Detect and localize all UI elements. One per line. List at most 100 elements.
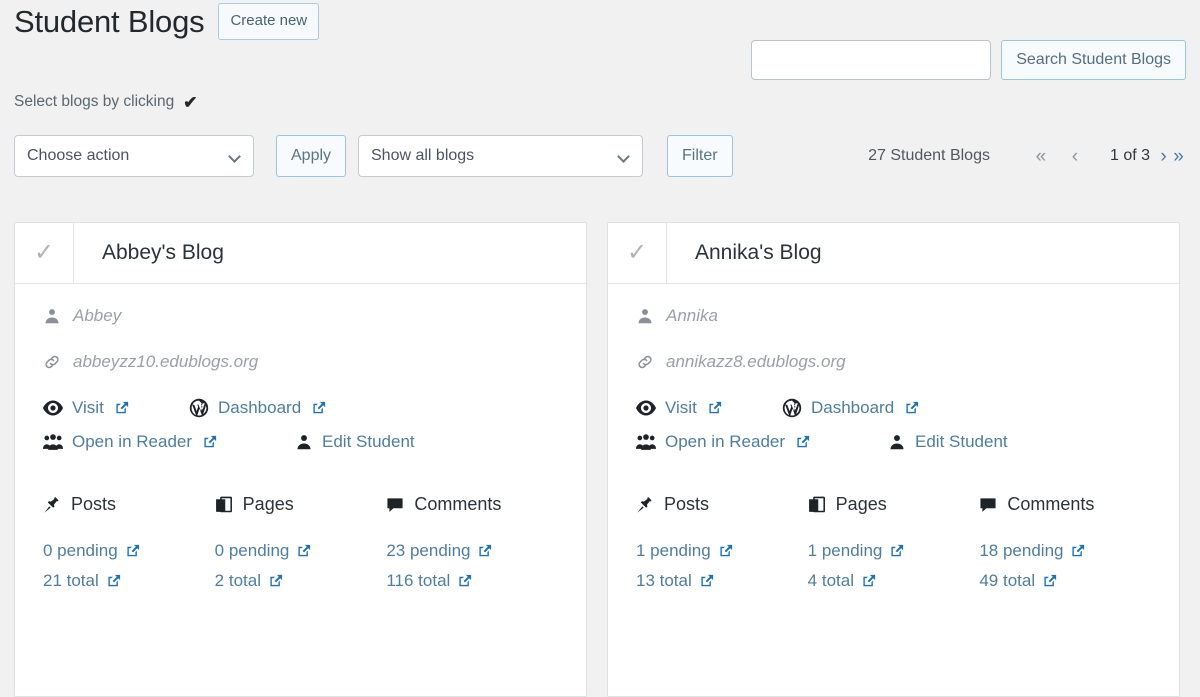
external-link-icon <box>890 544 904 558</box>
blog-card-header: ✓ Annika's Blog <box>608 223 1179 284</box>
page-title: Student Blogs <box>14 4 205 39</box>
pages-icon <box>215 496 233 514</box>
external-link-icon <box>107 574 121 588</box>
blog-url: abbeyzz10.edublogs.org <box>73 352 259 371</box>
edit-student-link[interactable]: Edit Student <box>888 432 1008 452</box>
dashboard-link-label: Dashboard <box>811 398 895 417</box>
stat-pending-link[interactable]: 1 pending <box>636 541 808 561</box>
stat-pending-label: 1 pending <box>636 541 711 560</box>
external-link-icon <box>719 544 733 558</box>
dashboard-link-label: Dashboard <box>218 398 302 417</box>
search-input[interactable] <box>751 40 992 80</box>
student-blogs-page: Student Blogs Create new Search Student … <box>0 0 1200 697</box>
check-icon: ✔ <box>183 92 198 112</box>
stat-header: Comments <box>386 494 558 515</box>
blog-card-body: Abbey abbeyzz10.edublogs.org Visit Dashb… <box>15 284 586 696</box>
stat-total-link[interactable]: 116 total <box>386 571 558 591</box>
last-page-button[interactable]: » <box>1171 147 1186 166</box>
stat-label: Pages <box>835 494 887 514</box>
blog-card: ✓ Abbey's Blog Abbey abbeyzz10.edublogs.… <box>14 222 587 697</box>
visit-link-label: Visit <box>72 398 104 417</box>
dashboard-link[interactable]: Dashboard <box>189 398 369 418</box>
search-group: Search Student Blogs <box>751 40 1186 80</box>
apply-button[interactable]: Apply <box>276 135 347 177</box>
create-new-button[interactable]: Create new <box>218 2 320 40</box>
external-link-icon <box>297 544 311 558</box>
show-blogs-value: Show all blogs <box>371 147 475 164</box>
external-link-icon <box>796 435 810 449</box>
blogs-count-label: 27 Student Blogs <box>868 147 990 164</box>
open-in-reader-link[interactable]: Open in Reader <box>43 432 295 452</box>
stat-total-label: 21 total <box>43 571 99 590</box>
external-link-icon <box>312 401 326 415</box>
stat-column-comments: Comments 23 pending 116 total <box>386 494 558 601</box>
stat-header: Posts <box>43 494 215 515</box>
stat-pending-label: 18 pending <box>979 541 1064 560</box>
stat-total-label: 49 total <box>979 571 1036 590</box>
external-link-icon <box>458 574 472 588</box>
stat-column-posts: Posts 0 pending 21 total <box>43 494 215 601</box>
filter-button[interactable]: Filter <box>667 135 733 177</box>
dashboard-link[interactable]: Dashboard <box>782 398 962 418</box>
stat-total-link[interactable]: 2 total <box>215 571 387 591</box>
stat-total-link[interactable]: 13 total <box>636 571 808 591</box>
select-blog-checkbox[interactable]: ✓ <box>15 223 74 283</box>
stat-pending-link[interactable]: 18 pending <box>979 541 1151 561</box>
blog-links-row-1: Visit Dashboard <box>43 398 558 418</box>
stat-label: Posts <box>71 494 117 514</box>
blog-url-row: annikazz8.edublogs.org <box>636 352 1151 372</box>
search-student-blogs-button[interactable]: Search Student Blogs <box>1001 40 1186 80</box>
user-icon <box>295 433 313 451</box>
external-link-icon <box>700 574 714 588</box>
stat-header: Pages <box>215 494 387 515</box>
show-blogs-select[interactable]: Show all blogs <box>358 135 643 177</box>
external-link-icon <box>862 574 876 588</box>
first-page-button[interactable]: « <box>1024 147 1058 166</box>
next-page-button[interactable]: › <box>1156 147 1171 166</box>
external-link-icon <box>1071 544 1085 558</box>
stat-total-link[interactable]: 49 total <box>979 571 1151 591</box>
chevron-down-icon <box>230 151 241 162</box>
blog-card-header: ✓ Abbey's Blog <box>15 223 586 284</box>
student-name: Abbey <box>73 306 122 325</box>
stat-total-label: 13 total <box>636 571 692 590</box>
edit-student-link[interactable]: Edit Student <box>295 432 415 452</box>
select-hint-label: Select blogs by clicking <box>14 93 175 110</box>
stat-pending-link[interactable]: 1 pending <box>808 541 980 561</box>
stat-label: Pages <box>242 494 294 514</box>
prev-page-button[interactable]: ‹ <box>1058 147 1092 166</box>
blog-card-list: ✓ Abbey's Blog Abbey abbeyzz10.edublogs.… <box>14 222 1180 697</box>
stat-column-comments: Comments 18 pending 49 total <box>979 494 1151 601</box>
visit-link[interactable]: Visit <box>636 398 782 418</box>
stat-pending-link[interactable]: 23 pending <box>386 541 558 561</box>
stat-column-posts: Posts 1 pending 13 total <box>636 494 808 601</box>
stat-header: Pages <box>808 494 980 515</box>
choose-action-value: Choose action <box>27 147 130 164</box>
title-group: Student Blogs Create new <box>14 0 320 42</box>
student-name-row: Abbey <box>43 306 558 326</box>
open-in-reader-link[interactable]: Open in Reader <box>636 432 888 452</box>
blog-links-row-1: Visit Dashboard <box>636 398 1151 418</box>
stat-label: Comments <box>414 494 502 514</box>
stat-pending-link[interactable]: 0 pending <box>43 541 215 561</box>
stat-label: Posts <box>664 494 710 514</box>
external-link-icon <box>708 401 722 415</box>
open-in-reader-label: Open in Reader <box>665 432 786 451</box>
visit-link-label: Visit <box>665 398 697 417</box>
wordpress-icon <box>189 398 209 418</box>
pin-icon <box>636 496 654 514</box>
blog-title: Abbey's Blog <box>102 241 224 264</box>
choose-action-select[interactable]: Choose action <box>14 135 254 177</box>
external-link-icon <box>478 544 492 558</box>
stat-total-link[interactable]: 21 total <box>43 571 215 591</box>
select-blog-checkbox[interactable]: ✓ <box>608 223 667 283</box>
visit-link[interactable]: Visit <box>43 398 189 418</box>
open-in-reader-label: Open in Reader <box>72 432 193 451</box>
stat-total-label: 4 total <box>807 571 854 590</box>
stat-total-link[interactable]: 4 total <box>808 571 980 591</box>
stat-pending-label: 23 pending <box>386 541 471 560</box>
comment-icon <box>979 496 997 514</box>
stat-pending-link[interactable]: 0 pending <box>215 541 387 561</box>
wordpress-icon <box>782 398 802 418</box>
external-link-icon <box>905 401 919 415</box>
